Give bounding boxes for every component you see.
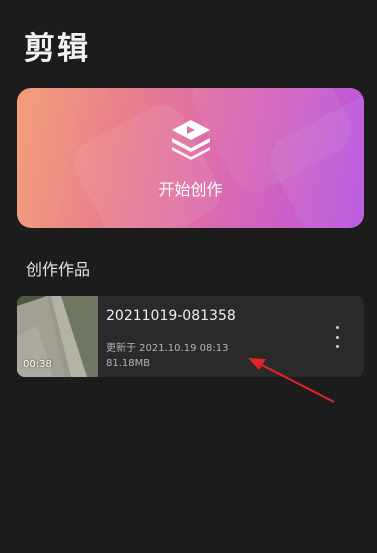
- project-name: 20211019-081358: [106, 308, 236, 324]
- project-updated-time: 更新于 2021.10.19 08:13: [106, 343, 229, 354]
- annotation-arrow-icon: [248, 358, 335, 403]
- more-dot: [335, 335, 339, 339]
- start-creation-button[interactable]: 开始创作: [17, 88, 364, 228]
- start-creation-label: 开始创作: [158, 180, 223, 199]
- video-duration: 00:38: [23, 359, 52, 370]
- project-thumbnail: 00:38: [17, 296, 98, 377]
- more-dot: [335, 326, 339, 329]
- layers-play-icon: [172, 120, 210, 160]
- more-dot: [335, 345, 339, 348]
- page-title: 剪辑: [24, 31, 90, 67]
- works-section-heading: 创作作品: [26, 260, 91, 279]
- editor-home-screen: 剪辑 开始创作 创作作品 00:38 20211019-081358 更新于 2…: [0, 0, 377, 553]
- project-file-size: 81.18MB: [106, 358, 151, 369]
- more-vertical-icon[interactable]: [332, 326, 342, 348]
